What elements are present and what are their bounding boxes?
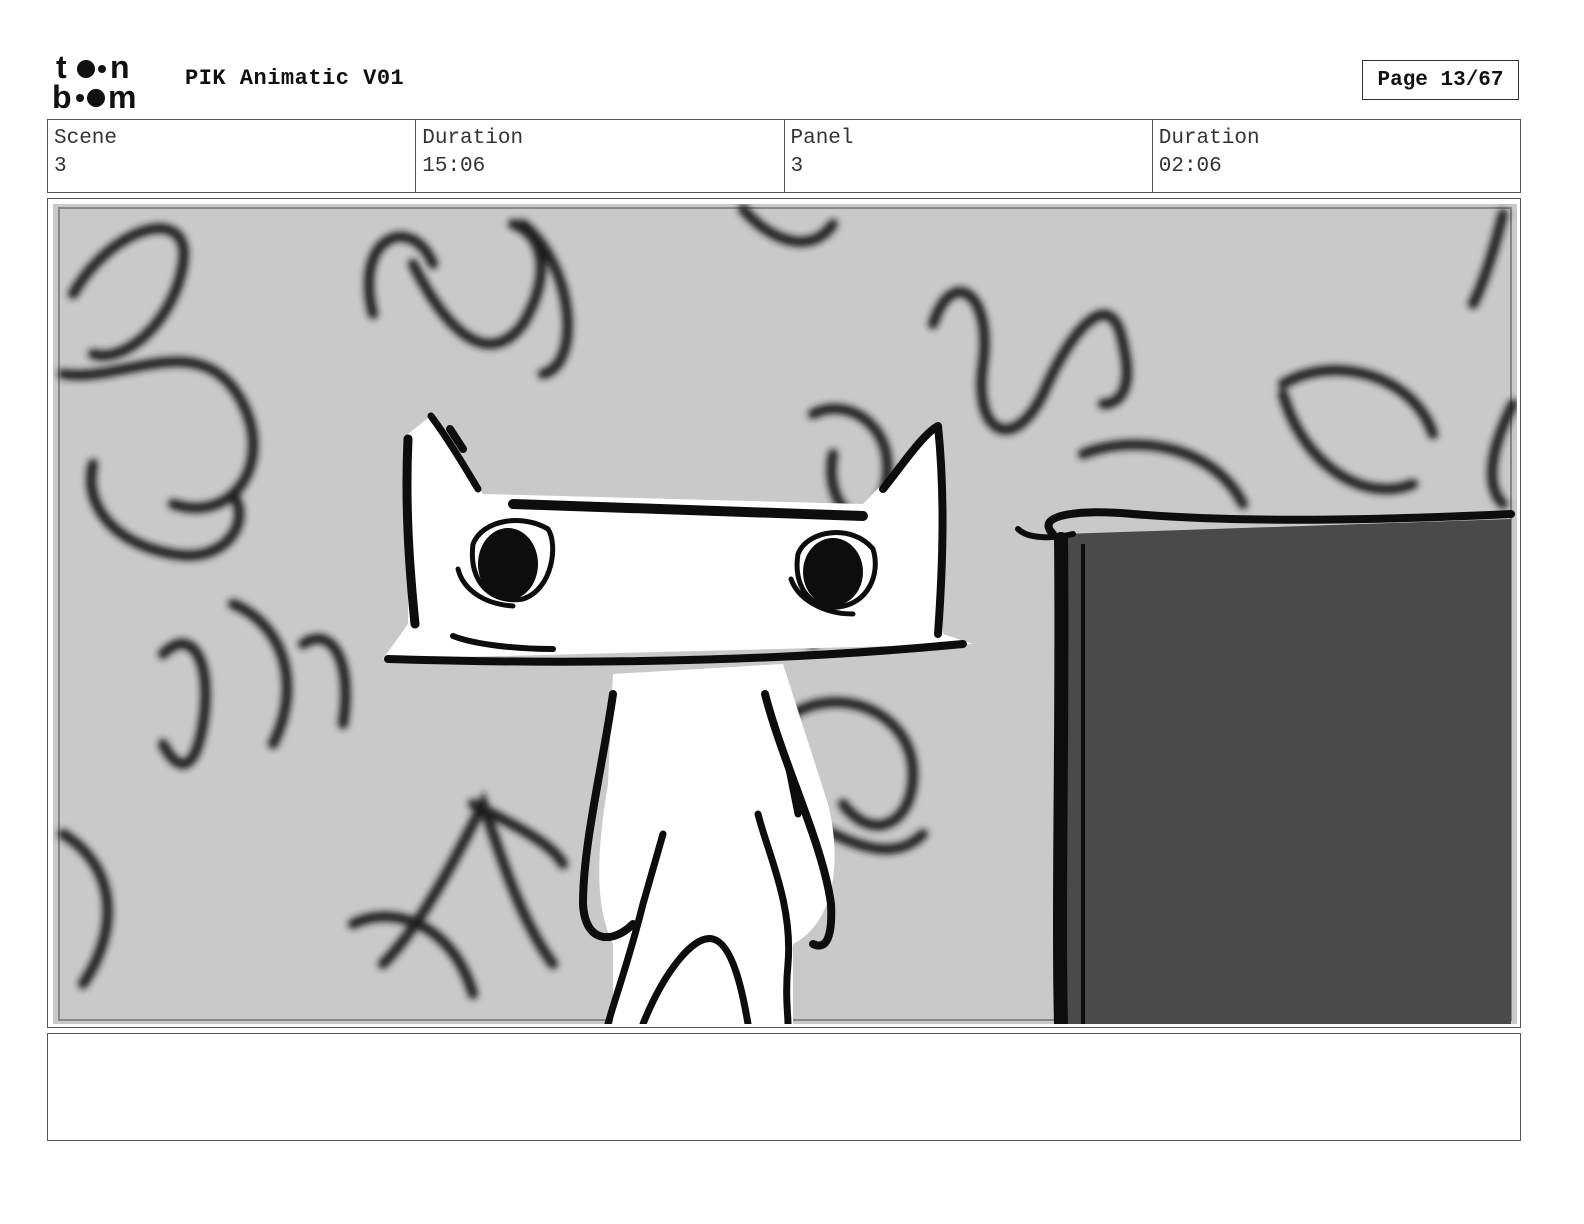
svg-text:m: m <box>108 79 136 112</box>
scene-duration-value: 15:06 <box>422 155 486 178</box>
toon-boom-logo-icon: t n b m <box>52 50 136 112</box>
scene-cell: Scene 3 <box>48 120 417 192</box>
panel-cell: Panel 3 <box>785 120 1153 192</box>
svg-text:b: b <box>52 79 72 112</box>
panel-value: 3 <box>790 155 804 178</box>
panel-duration-cell: Duration 02:06 <box>1153 120 1520 192</box>
document-title: PIK Animatic V01 <box>185 66 405 91</box>
panel-duration-value: 02:06 <box>1158 155 1222 178</box>
scene-duration-label: Duration <box>422 127 524 150</box>
storyboard-panel-drawing <box>53 204 1517 1024</box>
storyboard-panel-frame <box>47 198 1521 1028</box>
page-indicator: Page 13/67 <box>1362 60 1519 100</box>
toon-boom-logo: t n b m <box>50 50 165 112</box>
scene-duration-cell: Duration 15:06 <box>416 120 785 192</box>
scene-label: Scene <box>54 127 118 150</box>
dark-block <box>1015 508 1515 1024</box>
panel-sketch <box>53 204 1517 1024</box>
panel-duration-label: Duration <box>1158 127 1260 150</box>
scene-value: 3 <box>54 155 67 178</box>
panel-info-row: Scene 3 Duration 15:06 Panel 3 Duration … <box>47 119 1521 193</box>
panel-notes-box <box>47 1033 1521 1141</box>
panel-label: Panel <box>790 127 854 150</box>
